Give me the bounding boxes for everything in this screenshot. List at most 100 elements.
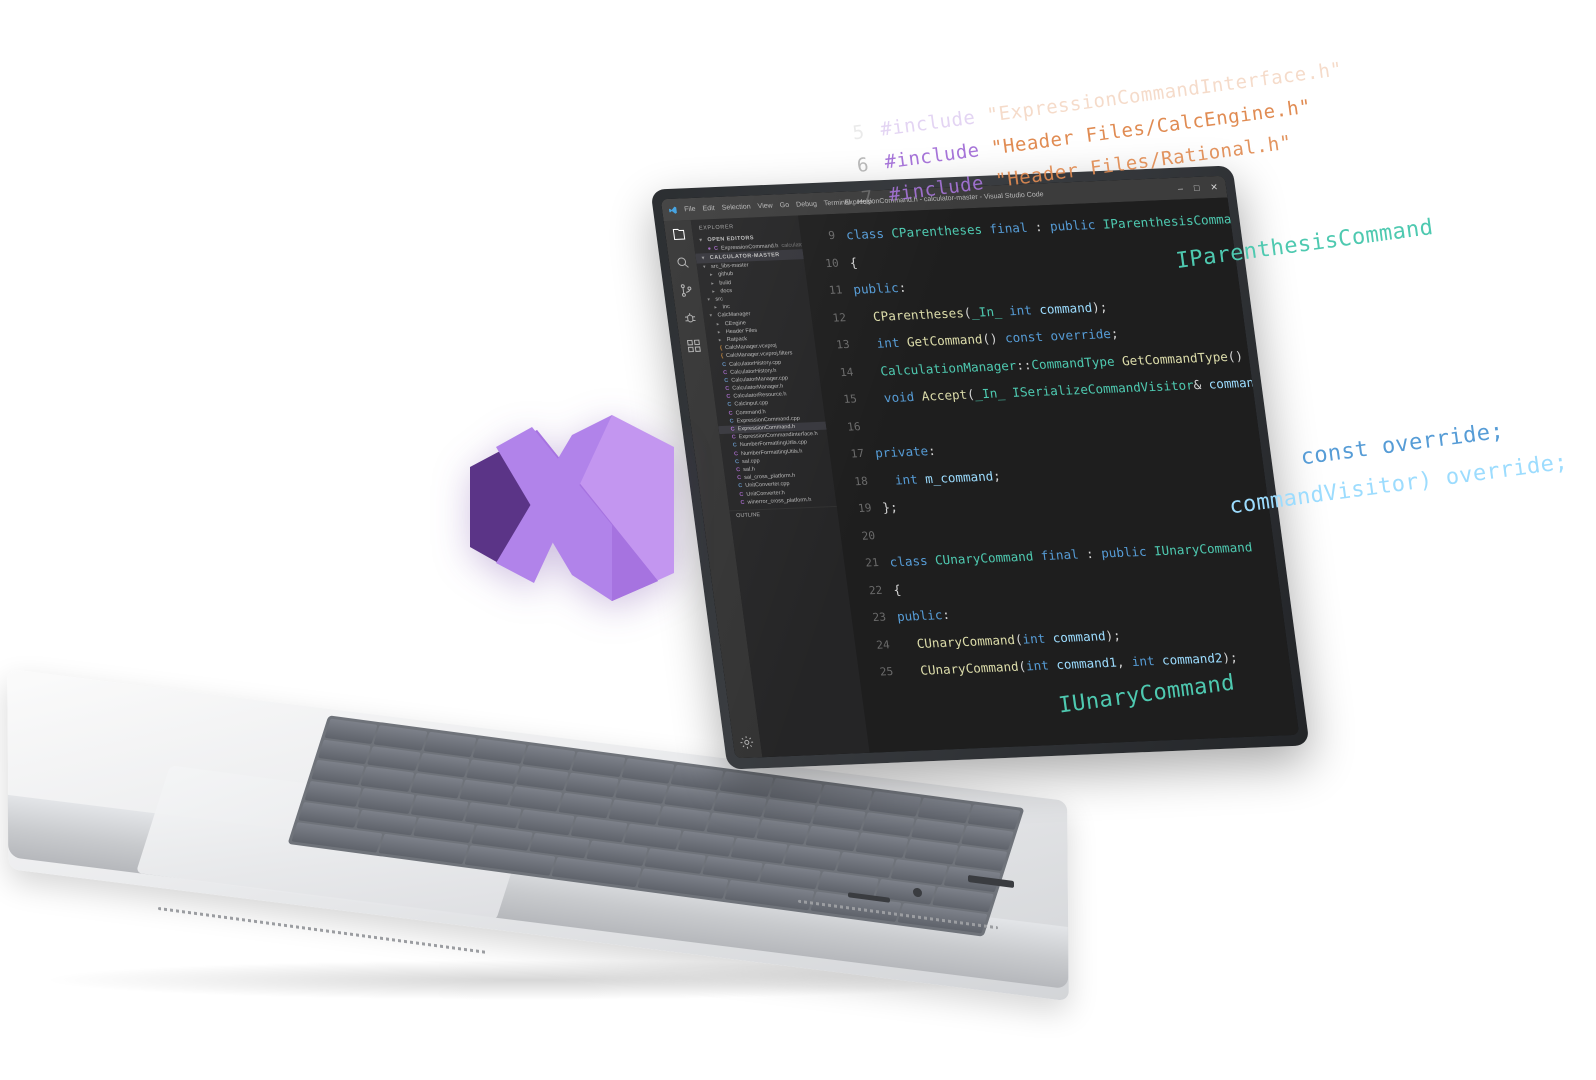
- menu-go[interactable]: Go: [779, 201, 789, 208]
- h-file-icon: C: [736, 475, 742, 482]
- code-token: command: [1038, 299, 1094, 317]
- restore-icon[interactable]: □: [1193, 182, 1200, 193]
- chevron-down-icon: ▾: [707, 296, 711, 304]
- gear-icon[interactable]: [738, 735, 755, 750]
- code-token: int: [893, 471, 919, 487]
- code-token: :: [941, 606, 951, 623]
- menu-selection[interactable]: Selection: [721, 203, 751, 211]
- code-token: CalculationManager: [879, 357, 1018, 378]
- code-token: commandVisitor: [1207, 372, 1300, 392]
- source-control-icon[interactable]: [678, 283, 695, 298]
- tree-item-label: sal.h: [742, 466, 756, 473]
- explorer-icon[interactable]: [671, 227, 688, 242]
- cpp-file-icon: C: [734, 458, 740, 466]
- code-token: const: [1004, 328, 1044, 346]
- json-file-icon: {: [719, 345, 723, 352]
- code-token: class: [845, 225, 893, 243]
- chevron-down-icon: ▾: [702, 264, 707, 271]
- chevron-right-icon: ▸: [717, 329, 721, 336]
- line-number: 18: [853, 474, 869, 488]
- window-controls: – □ ✕: [1177, 181, 1221, 194]
- chevron-right-icon: ▸: [711, 288, 716, 295]
- line-number: 16: [846, 419, 862, 434]
- tree-item-label: ExpressionCommand.cpp: [736, 415, 801, 425]
- debug-icon[interactable]: [682, 310, 699, 325]
- outline-section[interactable]: OUTLINE: [729, 505, 839, 522]
- code-token: command2: [1160, 650, 1224, 668]
- code-token: class: [888, 552, 936, 570]
- line-number: 13: [835, 337, 851, 352]
- tree-item-label: Command.h: [735, 408, 767, 417]
- menu-help[interactable]: Help: [857, 198, 872, 206]
- laptop: File Edit Selection View Go Debug Termin…: [0, 0, 1596, 1080]
- code-token: );: [1091, 298, 1109, 315]
- code-token: IParenthesisCommand: [1101, 210, 1248, 232]
- code-token: ;: [1109, 325, 1120, 341]
- code-token: ISerializeCommandVisitor: [1011, 377, 1195, 400]
- code-editor[interactable]: 9 10 11 12 13 14 15 16 17 18 19 20 21 22 23 24 25 class …: [798, 197, 1300, 753]
- code-token: _In_: [973, 385, 1006, 402]
- chevron-right-icon: ▸: [716, 321, 720, 328]
- code-token: command: [1051, 627, 1107, 645]
- code-token: {: [848, 254, 859, 270]
- menu-view[interactable]: View: [757, 202, 773, 210]
- minimize-icon[interactable]: –: [1177, 183, 1183, 194]
- h-file-icon: C: [730, 426, 736, 433]
- code-token: int: [1025, 657, 1050, 674]
- code-token: CommandType: [1030, 353, 1116, 372]
- code-token: m_command: [924, 467, 994, 486]
- json-file-icon: {: [720, 353, 724, 360]
- code-token: :: [927, 442, 937, 459]
- line-number: 19: [857, 501, 873, 515]
- line-number: 24: [875, 637, 891, 652]
- laptop-base: [7, 668, 1088, 1002]
- chevron-down-icon: ▾: [709, 313, 713, 320]
- menu-edit[interactable]: Edit: [702, 205, 715, 212]
- tree-item-label: CEngine: [724, 319, 747, 327]
- visual-studio-logo: [470, 415, 674, 601]
- extensions-icon[interactable]: [685, 338, 702, 353]
- code-token: int: [875, 334, 901, 351]
- code-token: int: [1007, 301, 1033, 318]
- code-token: ;: [992, 467, 1002, 483]
- code-token: int: [1130, 653, 1156, 669]
- line-number: 21: [864, 556, 880, 570]
- menu-file[interactable]: File: [684, 205, 696, 212]
- line-number: 11: [828, 283, 844, 297]
- line-number: 25: [879, 665, 895, 679]
- code-token: :: [1077, 545, 1103, 562]
- menu-terminal[interactable]: Terminal: [823, 199, 850, 207]
- code-token: :: [1026, 218, 1051, 235]
- h-file-icon: C: [728, 410, 734, 417]
- cpp-file-icon: C: [727, 402, 732, 409]
- line-number: 12: [831, 310, 847, 325]
- line-number: 22: [868, 583, 884, 597]
- code-token: _In_: [970, 303, 1003, 320]
- code-token: CParentheses: [872, 304, 965, 324]
- code-token: const: [1249, 345, 1290, 363]
- vscode-logo-icon: [668, 206, 677, 214]
- line-number: 15: [842, 392, 858, 406]
- code-token: );: [1104, 627, 1122, 643]
- h-file-icon: C: [713, 245, 719, 252]
- cpp-file-icon: C: [737, 483, 743, 490]
- line-number: 17: [849, 446, 865, 461]
- code-token: {: [892, 581, 902, 597]
- h-file-icon: C: [724, 385, 730, 393]
- tree-item-label: docs: [720, 287, 733, 295]
- close-icon[interactable]: ✕: [1210, 181, 1219, 192]
- search-icon[interactable]: [674, 255, 691, 270]
- code-content[interactable]: class CParentheses final : public IParen…: [839, 197, 1299, 751]
- tree-item-label: winerror_cross_platform.h: [747, 496, 812, 506]
- scene-canvas: File Edit Selection View Go Debug Termin…: [0, 0, 1596, 1080]
- menu-debug[interactable]: Debug: [796, 200, 818, 208]
- code-token: CParentheses: [890, 221, 983, 241]
- code-token: };: [881, 499, 899, 515]
- code-token: CUnaryCommand: [919, 658, 1020, 678]
- code-token: Accept: [920, 386, 968, 404]
- tree-item-label: Inc: [722, 304, 731, 311]
- code-token: IUnaryCommand: [1153, 539, 1254, 559]
- code-token: CUnaryCommand: [934, 548, 1035, 568]
- h-file-icon: C: [726, 394, 731, 401]
